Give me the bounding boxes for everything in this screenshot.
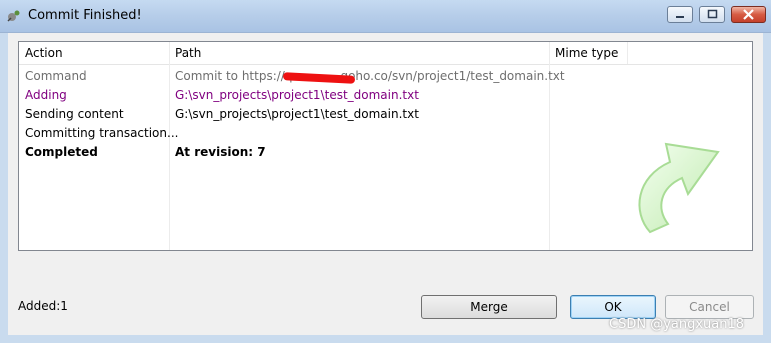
row-action: Completed xyxy=(25,145,98,159)
window-title: Commit Finished! xyxy=(28,8,142,23)
status-summary: Added:1 xyxy=(18,299,68,313)
tortoisesvn-icon xyxy=(7,10,20,22)
close-icon xyxy=(743,9,754,20)
maximize-icon xyxy=(707,9,718,19)
row-action: Adding xyxy=(25,88,67,102)
close-button[interactable] xyxy=(731,6,766,23)
column-header-mime-type[interactable]: Mime type xyxy=(549,42,627,64)
title-bar[interactable]: Commit Finished! xyxy=(0,0,771,33)
column-header-action[interactable]: Action xyxy=(19,42,169,64)
commit-log-list[interactable]: Action Path Mime type Command Commit to … xyxy=(18,41,753,251)
row-action: Sending content xyxy=(25,107,124,121)
row-path: G:\svn_projects\project1\test_domain.txt xyxy=(175,88,419,102)
column-divider xyxy=(627,42,628,64)
row-action: Committing transaction... xyxy=(25,126,179,140)
row-path: At revision: 7 xyxy=(175,145,266,159)
row-path: Commit to https://q goho.co/svn/project1/… xyxy=(175,69,565,83)
table-row[interactable]: Committing transaction... xyxy=(19,124,549,143)
row-path: G:\svn_projects\project1\test_domain.txt xyxy=(175,107,419,121)
minimize-icon xyxy=(676,16,684,18)
column-header-path[interactable]: Path xyxy=(169,42,549,64)
dialog-body: Action Path Mime type Command Commit to … xyxy=(8,33,763,335)
maximize-button[interactable] xyxy=(699,6,725,23)
ok-button[interactable]: OK xyxy=(570,295,656,319)
list-header: Action Path Mime type xyxy=(19,42,752,65)
table-row[interactable]: Sending content G:\svn_projects\project1… xyxy=(19,105,549,124)
cancel-button[interactable]: Cancel xyxy=(665,295,754,319)
table-row[interactable]: Adding G:\svn_projects\project1\test_dom… xyxy=(19,86,549,105)
refresh-arrow-icon xyxy=(638,142,720,234)
table-row[interactable]: Completed At revision: 7 xyxy=(19,143,549,162)
row-action: Command xyxy=(25,69,87,83)
watermark: CSDN @yangxuan18 xyxy=(609,317,745,332)
merge-button[interactable]: Merge xyxy=(421,295,557,319)
minimize-button[interactable] xyxy=(667,6,693,23)
